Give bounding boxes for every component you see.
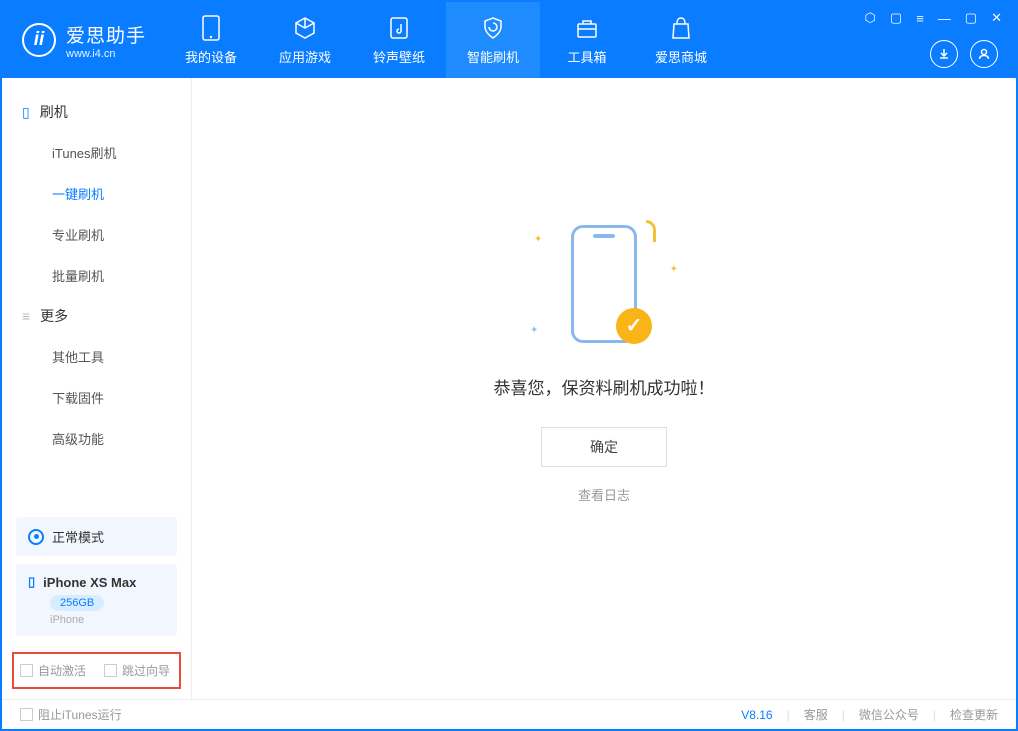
window-controls: ⬡ ▢ ≡ ― ▢ ✕ xyxy=(865,10,1002,26)
sidebar-item-batch-flash[interactable]: 批量刷机 xyxy=(2,255,191,296)
wechat-link[interactable]: 微信公众号 xyxy=(859,706,919,723)
device-icon xyxy=(198,15,224,41)
logo-icon: ii xyxy=(22,23,56,57)
success-message: 恭喜您，保资料刷机成功啦！ xyxy=(494,374,715,399)
support-link[interactable]: 客服 xyxy=(804,706,828,723)
minimize-button[interactable]: ― xyxy=(938,11,951,26)
device-type-label: iPhone xyxy=(50,614,165,626)
menu-icon[interactable]: ≡ xyxy=(916,11,924,26)
tab-my-device[interactable]: 我的设备 xyxy=(164,2,258,78)
shield-icon xyxy=(480,15,506,41)
sparkle-icon: ✦ xyxy=(670,264,678,275)
checkbox-icon xyxy=(104,664,117,677)
ok-button[interactable]: 确定 xyxy=(541,427,667,467)
sidebar-item-advanced[interactable]: 高级功能 xyxy=(2,418,191,459)
tab-ringtones[interactable]: 铃声壁纸 xyxy=(352,2,446,78)
maximize-button[interactable]: ▢ xyxy=(965,10,977,26)
sparkle-icon: ✦ xyxy=(534,234,542,245)
mode-dot-icon xyxy=(28,529,44,545)
feedback-icon[interactable]: ▢ xyxy=(890,10,902,26)
download-button[interactable] xyxy=(930,40,958,68)
view-log-link[interactable]: 查看日志 xyxy=(578,485,630,504)
tab-store[interactable]: 爱思商城 xyxy=(634,2,728,78)
checkbox-icon xyxy=(20,664,33,677)
mode-indicator[interactable]: 正常模式 xyxy=(16,517,177,556)
status-bar: 阻止iTunes运行 V8.16 | 客服 | 微信公众号 | 检查更新 xyxy=(2,699,1016,729)
checkmark-badge-icon: ✓ xyxy=(616,308,652,344)
account-button[interactable] xyxy=(970,40,998,68)
cube-icon xyxy=(292,15,318,41)
tab-apps-games[interactable]: 应用游戏 xyxy=(258,2,352,78)
phone-outline-icon: ▯ xyxy=(28,574,35,590)
sidebar: ▯刷机 iTunes刷机 一键刷机 专业刷机 批量刷机 ≡更多 其他工具 下载固… xyxy=(2,78,192,699)
sidebar-item-download-firmware[interactable]: 下载固件 xyxy=(2,377,191,418)
tab-smart-flash[interactable]: 智能刷机 xyxy=(446,2,540,78)
main-content: ✦ ✦ ✦ ✓ 恭喜您，保资料刷机成功啦！ 确定 查看日志 xyxy=(192,78,1016,699)
shirt-icon[interactable]: ⬡ xyxy=(865,10,876,26)
sidebar-section-flash: ▯刷机 xyxy=(2,92,191,132)
close-button[interactable]: ✕ xyxy=(991,10,1002,26)
check-update-link[interactable]: 检查更新 xyxy=(950,706,998,723)
tab-toolbox[interactable]: 工具箱 xyxy=(540,2,634,78)
sidebar-item-oneclick-flash[interactable]: 一键刷机 xyxy=(2,173,191,214)
app-title: 爱思助手 xyxy=(66,21,146,48)
sidebar-section-more: ≡更多 xyxy=(2,296,191,336)
bag-icon xyxy=(668,15,694,41)
sidebar-item-itunes-flash[interactable]: iTunes刷机 xyxy=(2,132,191,173)
app-header: ii 爱思助手 www.i4.cn 我的设备 应用游戏 铃声壁纸 智能刷机 工具… xyxy=(2,2,1016,78)
toolbox-icon xyxy=(574,15,600,41)
sidebar-item-pro-flash[interactable]: 专业刷机 xyxy=(2,214,191,255)
sparkle-icon: ✦ xyxy=(530,325,538,336)
flash-options-highlighted: 自动激活 跳过向导 xyxy=(12,652,181,689)
device-info[interactable]: ▯iPhone XS Max 256GB iPhone xyxy=(16,564,177,636)
checkbox-auto-activate[interactable]: 自动激活 xyxy=(20,662,86,679)
list-icon: ≡ xyxy=(22,308,30,324)
main-tabs: 我的设备 应用游戏 铃声壁纸 智能刷机 工具箱 爱思商城 xyxy=(164,2,728,78)
checkbox-skip-guide[interactable]: 跳过向导 xyxy=(104,662,170,679)
shine-icon xyxy=(646,220,656,242)
version-label: V8.16 xyxy=(741,708,772,722)
app-subtitle: www.i4.cn xyxy=(66,48,146,60)
app-logo: ii 爱思助手 www.i4.cn xyxy=(2,21,164,60)
music-file-icon xyxy=(386,15,412,41)
phone-icon: ▯ xyxy=(22,104,30,121)
storage-badge: 256GB xyxy=(50,595,104,611)
checkbox-block-itunes[interactable]: 阻止iTunes运行 xyxy=(20,706,122,723)
sidebar-item-other-tools[interactable]: 其他工具 xyxy=(2,336,191,377)
checkbox-icon xyxy=(20,708,33,721)
success-illustration: ✦ ✦ ✦ ✓ xyxy=(524,214,684,354)
